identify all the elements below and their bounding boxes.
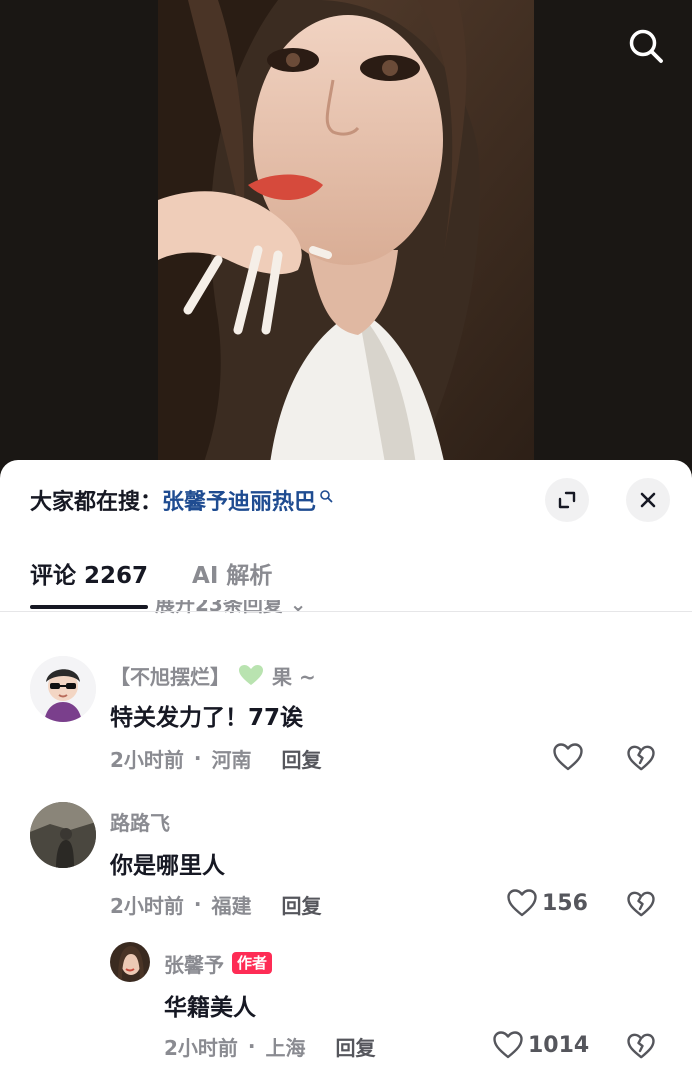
search-icon xyxy=(629,29,663,63)
like-count: 156 xyxy=(542,890,588,916)
heart-outline-icon xyxy=(493,1031,523,1059)
tabs-divider xyxy=(0,611,692,612)
search-icon xyxy=(320,490,333,503)
close-sheet-button[interactable] xyxy=(626,478,670,522)
meta-separator: · xyxy=(193,892,202,916)
meta-separator: · xyxy=(193,746,202,770)
dislike-button[interactable] xyxy=(626,1032,656,1064)
tab-comments[interactable]: 评论 2267 xyxy=(30,556,149,609)
comment-meta: 2小时前 · 河南 回复 xyxy=(110,744,322,772)
trending-search-bar: 大家都在搜： 张馨予迪丽热巴 xyxy=(30,480,562,520)
avatar[interactable] xyxy=(30,656,96,722)
comment-username[interactable]: 【不旭摆烂】 果 ~ xyxy=(110,660,316,690)
username-part: 【不旭摆烂】 xyxy=(110,664,230,689)
expand-icon xyxy=(558,491,576,509)
post-photo[interactable] xyxy=(158,0,534,480)
comment-location: 福建 xyxy=(211,893,252,918)
avatar-photo-icon xyxy=(30,802,96,868)
comment-time: 2小时前 xyxy=(110,747,184,772)
avatar[interactable] xyxy=(30,802,96,868)
like-button[interactable] xyxy=(552,742,588,772)
reply-username[interactable]: 张馨予 作者 xyxy=(164,948,273,978)
like-button[interactable]: 156 xyxy=(506,888,588,918)
comment-text: 特关发力了！77诶 xyxy=(110,705,304,731)
broken-heart-icon xyxy=(627,891,655,917)
like-count: 1014 xyxy=(528,1032,590,1058)
broken-heart-icon xyxy=(627,1033,655,1059)
username-part: 果 ~ xyxy=(272,664,316,689)
comment-time: 2小时前 xyxy=(164,1035,238,1060)
comment-location: 上海 xyxy=(265,1035,306,1060)
avatar[interactable] xyxy=(110,942,150,982)
comment-text: 华籍美人 xyxy=(164,995,256,1021)
search-button[interactable] xyxy=(622,22,670,70)
close-icon xyxy=(640,492,656,508)
trending-query-link[interactable]: 张馨予迪丽热巴 xyxy=(162,484,333,516)
heart-outline-icon xyxy=(553,743,583,771)
portrait-image xyxy=(158,0,534,480)
broken-heart-icon xyxy=(627,745,655,771)
like-button[interactable]: 1014 xyxy=(492,1030,589,1060)
username-text: 张馨予 xyxy=(164,952,224,977)
comment-meta: 2小时前 · 福建 回复 xyxy=(110,890,322,918)
reply-button[interactable]: 回复 xyxy=(282,890,322,919)
reply-button[interactable]: 回复 xyxy=(336,1032,376,1061)
comment-text: 你是哪里人 xyxy=(110,853,225,879)
meta-separator: · xyxy=(247,1034,256,1058)
avatar-cartoon-icon xyxy=(30,656,96,722)
video-area[interactable] xyxy=(0,0,692,480)
comment-sheet: 大家都在搜： 张馨予迪丽热巴 评论 2267 AI 解析 展开23条回复 ⌄ 【… xyxy=(0,460,692,1080)
comment-meta: 2小时前 · 上海 回复 xyxy=(164,1032,376,1060)
avatar-photo-icon xyxy=(110,942,150,982)
comment-time: 2小时前 xyxy=(110,893,184,918)
comment-username[interactable]: 路路飞 xyxy=(110,806,170,836)
reply-button[interactable]: 回复 xyxy=(282,744,322,773)
comment-location: 河南 xyxy=(211,747,252,772)
green-heart-icon xyxy=(239,665,263,685)
heart-outline-icon xyxy=(507,889,537,917)
author-badge: 作者 xyxy=(232,952,273,974)
dislike-button[interactable] xyxy=(626,890,656,922)
trending-query: 张馨予迪丽热巴 xyxy=(162,490,317,515)
dislike-button[interactable] xyxy=(626,744,656,776)
expand-sheet-button[interactable] xyxy=(545,478,589,522)
trending-prefix: 大家都在搜： xyxy=(30,490,163,515)
